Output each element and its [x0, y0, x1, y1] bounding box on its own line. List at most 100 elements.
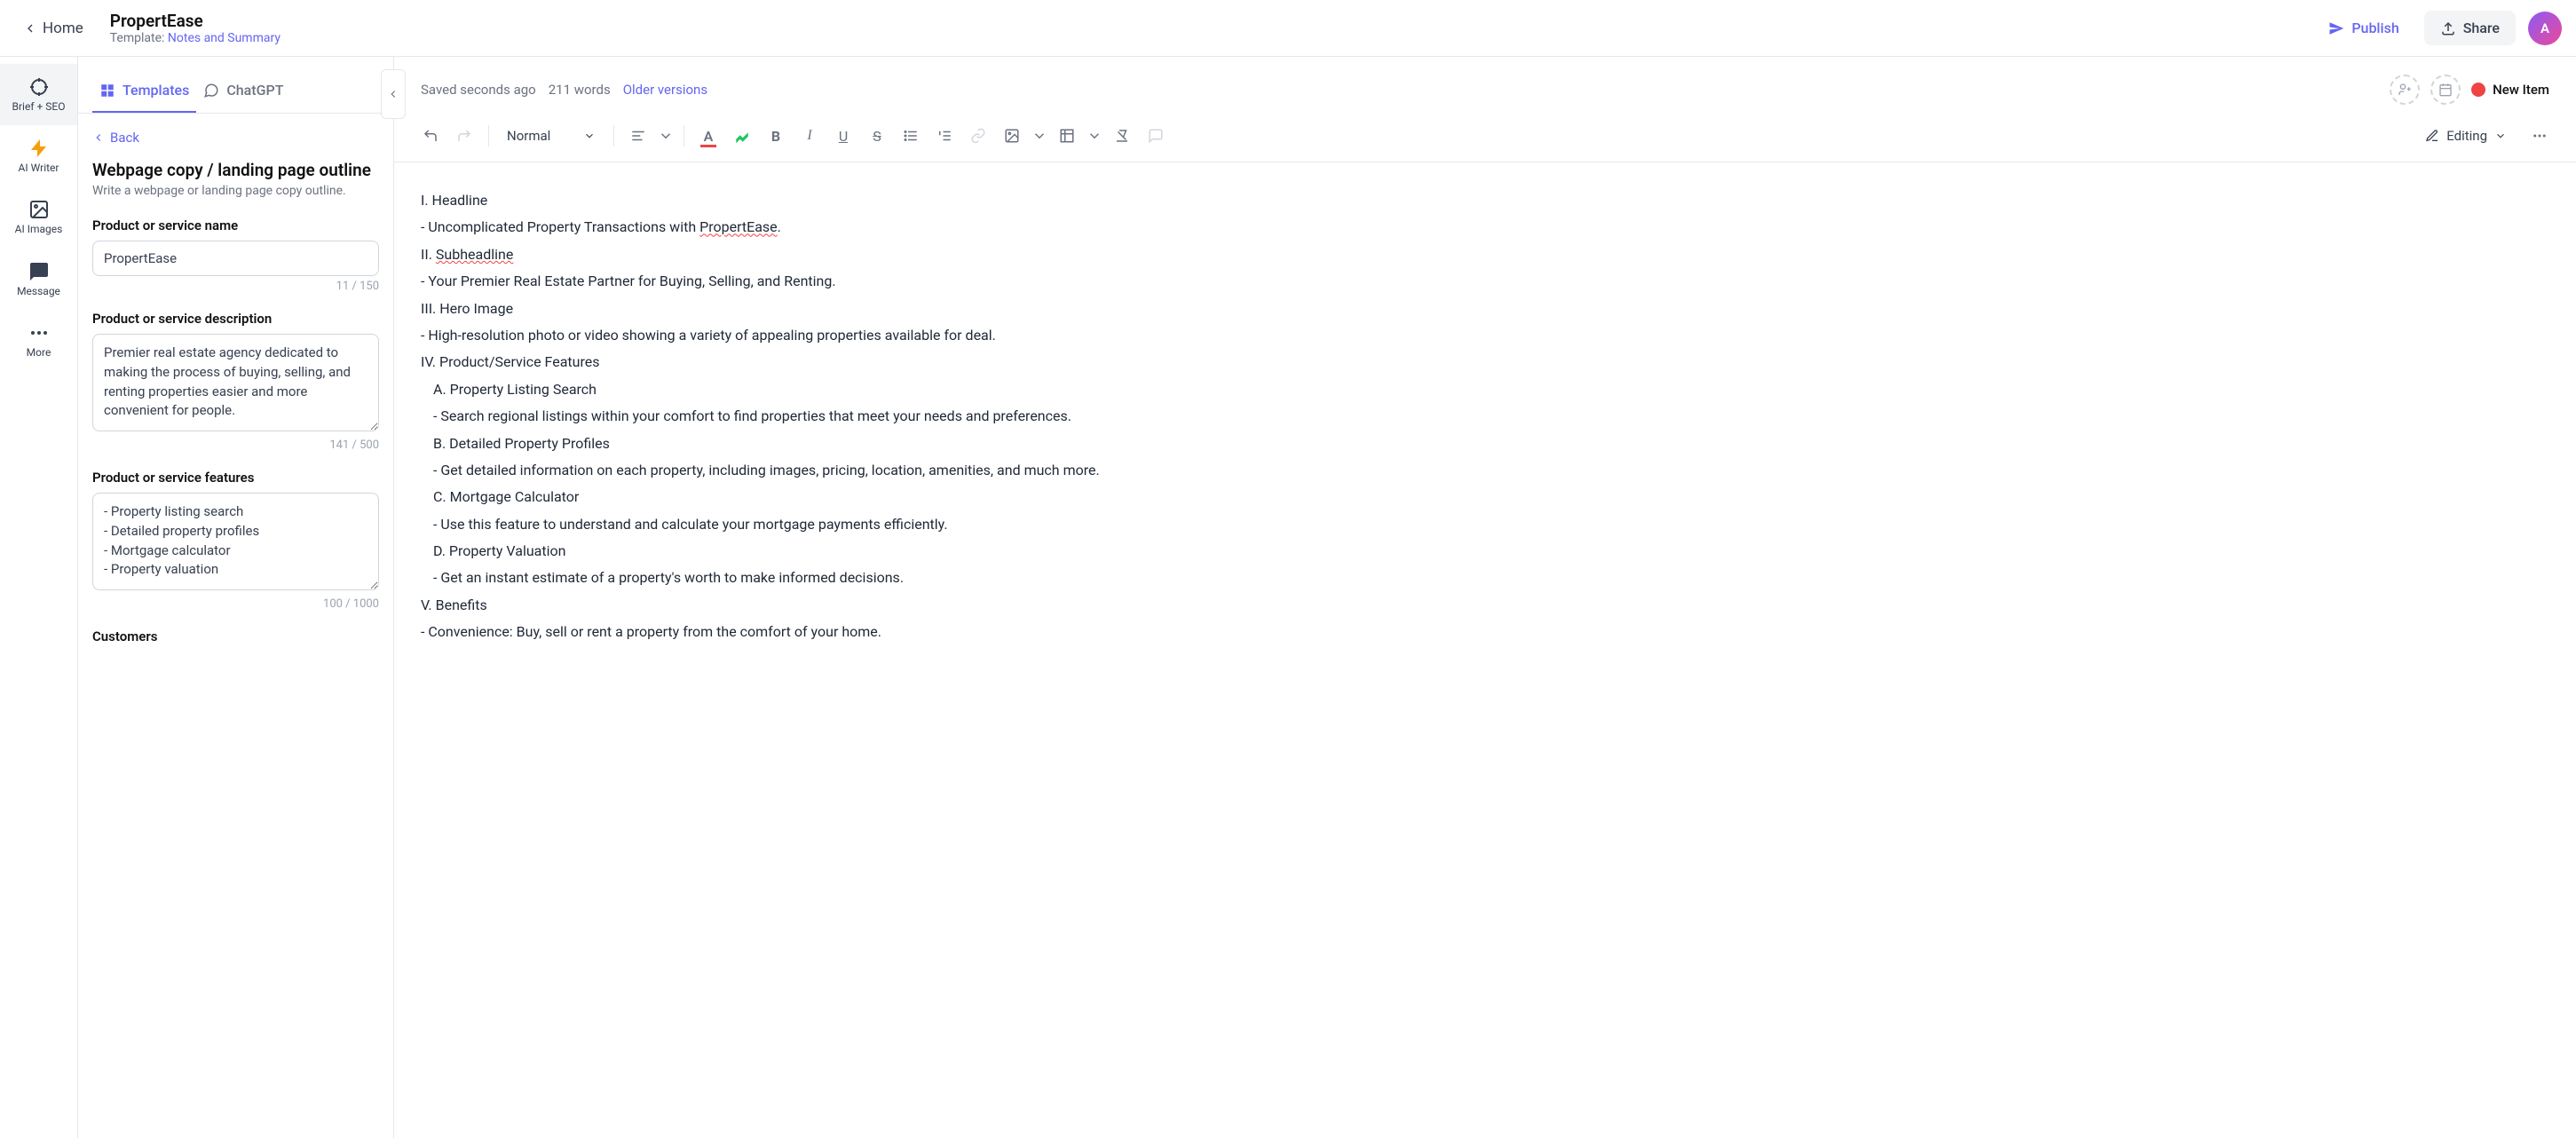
back-button[interactable]: Back: [92, 130, 379, 146]
field-label: Product or service features: [92, 470, 379, 486]
back-label: Back: [110, 130, 139, 146]
word-count: 211 words: [549, 82, 611, 98]
underline-icon: U: [839, 128, 848, 145]
align-dropdown[interactable]: [657, 121, 675, 151]
list-bullet-icon: [903, 128, 919, 144]
rail-label: More: [27, 347, 51, 359]
clear-format-button[interactable]: [1107, 121, 1137, 151]
calendar-icon: [2438, 83, 2453, 97]
side-panel: Templates ChatGPT Back Webpage copy / la…: [78, 57, 394, 1138]
product-description-input[interactable]: Premier real estate agency dedicated to …: [92, 334, 379, 431]
italic-button[interactable]: I: [794, 121, 825, 151]
page-title: PropertEase: [110, 11, 281, 31]
link-button[interactable]: [963, 121, 993, 151]
redo-icon: [456, 128, 472, 144]
panel-tabs: Templates ChatGPT: [78, 57, 393, 114]
strikethrough-button[interactable]: S: [862, 121, 892, 151]
add-date-button[interactable]: [2430, 75, 2461, 105]
dots-icon: [28, 322, 50, 344]
rail-label: Message: [17, 286, 60, 297]
doc-line: - Search regional listings within your c…: [421, 403, 2549, 430]
number-list-button[interactable]: [929, 121, 960, 151]
field-product-name: Product or service name 11 / 150: [92, 217, 379, 293]
panel-title: Webpage copy / landing page outline: [92, 160, 379, 180]
doc-line: IV. Product/Service Features: [421, 349, 2549, 375]
older-versions-link[interactable]: Older versions: [623, 82, 707, 98]
table-icon: [1059, 128, 1075, 144]
doc-line: I. Headline: [421, 187, 2549, 214]
image-icon: [28, 199, 50, 220]
field-label: Product or service description: [92, 311, 379, 327]
bullet-list-button[interactable]: [896, 121, 926, 151]
topbar: Home PropertEase Template: Notes and Sum…: [0, 0, 2576, 57]
new-item-label: New Item: [2493, 82, 2549, 98]
share-button[interactable]: Share: [2424, 11, 2516, 45]
rail-message[interactable]: Message: [0, 249, 77, 310]
add-user-button[interactable]: [2390, 75, 2420, 105]
chevron-down-icon: [658, 128, 674, 144]
tab-chatgpt[interactable]: ChatGPT: [196, 73, 290, 113]
redo-button[interactable]: [449, 121, 479, 151]
collapse-panel-button[interactable]: [381, 69, 406, 119]
format-select[interactable]: Normal: [498, 122, 604, 149]
rail-brief-seo[interactable]: Brief + SEO: [0, 64, 77, 125]
saved-status: Saved seconds ago: [421, 82, 536, 98]
comment-button[interactable]: [1141, 121, 1171, 151]
text-color-button[interactable]: A: [693, 121, 723, 151]
document-body[interactable]: I. Headline - Uncomplicated Property Tra…: [394, 162, 2576, 671]
rail-ai-images[interactable]: AI Images: [0, 186, 77, 248]
editor: Saved seconds ago 211 words Older versio…: [394, 57, 2576, 1138]
underline-button[interactable]: U: [828, 121, 858, 151]
avatar[interactable]: A: [2528, 12, 2562, 45]
doc-line: C. Mortgage Calculator: [421, 484, 2549, 510]
editing-mode-select[interactable]: Editing: [2416, 122, 2516, 149]
templates-icon: [99, 83, 115, 99]
undo-icon: [423, 128, 439, 144]
undo-button[interactable]: [415, 121, 446, 151]
doc-line: - Use this feature to understand and cal…: [421, 511, 2549, 538]
toolbar-more-button[interactable]: [2525, 121, 2555, 151]
field-customers: Customers: [92, 628, 379, 644]
bold-button[interactable]: B: [761, 121, 791, 151]
table-dropdown[interactable]: [1086, 121, 1103, 151]
rail-more[interactable]: More: [0, 310, 77, 371]
list-number-icon: [936, 128, 952, 144]
toolbar-separator: [488, 125, 489, 146]
message-icon: [28, 261, 50, 282]
highlight-button[interactable]: [727, 121, 757, 151]
chevron-down-icon: [1087, 128, 1102, 144]
image-button[interactable]: [997, 121, 1027, 151]
toolbar-separator: [613, 125, 614, 146]
tab-chatgpt-label: ChatGPT: [226, 82, 283, 99]
image-dropdown[interactable]: [1031, 121, 1048, 151]
product-features-input[interactable]: - Property listing search - Detailed pro…: [92, 493, 379, 590]
editor-header: Saved seconds ago 211 words Older versio…: [394, 57, 2576, 114]
chevron-down-icon: [2494, 130, 2507, 142]
chat-icon: [203, 83, 219, 99]
template-link[interactable]: Notes and Summary: [168, 31, 281, 45]
italic-icon: I: [807, 128, 811, 144]
field-label: Customers: [92, 628, 379, 644]
doc-line: D. Property Valuation: [421, 538, 2549, 565]
doc-line: - Get detailed information on each prope…: [421, 457, 2549, 484]
char-counter: 11 / 150: [92, 280, 379, 293]
table-button[interactable]: [1052, 121, 1082, 151]
doc-line: B. Detailed Property Profiles: [421, 431, 2549, 457]
product-name-input[interactable]: [92, 241, 379, 276]
home-link[interactable]: Home: [14, 14, 92, 43]
align-left-icon: [630, 128, 646, 144]
tab-templates[interactable]: Templates: [92, 73, 196, 113]
rail-ai-writer[interactable]: AI Writer: [0, 125, 77, 186]
share-label: Share: [2463, 20, 2500, 36]
pencil-icon: [2425, 129, 2439, 143]
new-item-badge[interactable]: New Item: [2471, 82, 2549, 98]
doc-line: - Uncomplicated Property Transactions wi…: [421, 214, 2549, 241]
field-product-description: Product or service description Premier r…: [92, 311, 379, 452]
rail-label: AI Images: [15, 224, 63, 235]
target-icon: [28, 76, 50, 98]
comment-icon: [1148, 128, 1164, 144]
publish-button[interactable]: Publish: [2316, 12, 2411, 43]
align-button[interactable]: [623, 121, 653, 151]
send-icon: [2328, 20, 2344, 36]
doc-line: V. Benefits: [421, 592, 2549, 619]
